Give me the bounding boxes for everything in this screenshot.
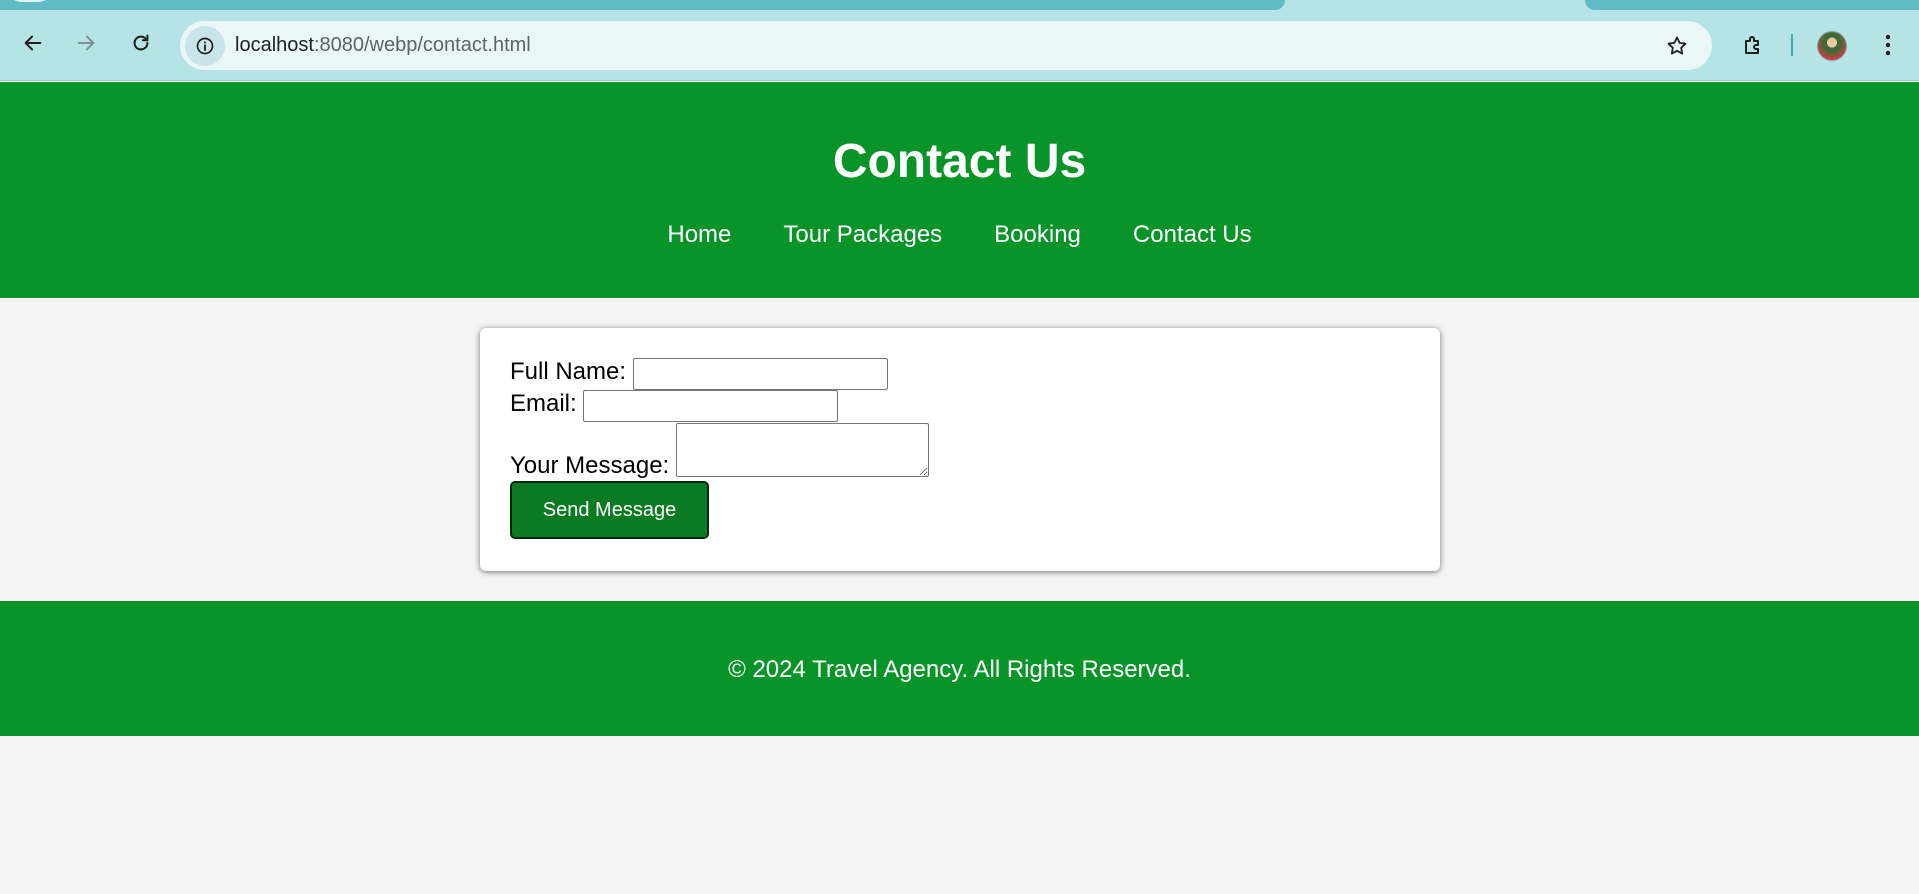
url-path: :8080/webp/contact.html xyxy=(313,34,531,56)
info-icon xyxy=(196,37,214,55)
copyright-text: © 2024 Travel Agency. All Rights Reserve… xyxy=(728,656,1191,683)
toolbar-divider xyxy=(1791,34,1793,56)
kebab-menu-icon xyxy=(1885,34,1891,56)
site-info-button[interactable] xyxy=(185,26,225,66)
url-host: localhost xyxy=(235,34,314,56)
avatar[interactable] xyxy=(1817,31,1847,61)
nav-link-home[interactable]: Home xyxy=(667,221,731,249)
tab-strip xyxy=(0,0,1919,10)
full-name-label: Full Name: xyxy=(510,358,627,385)
email-input[interactable] xyxy=(583,390,838,422)
email-label: Email: xyxy=(510,390,577,417)
send-message-button[interactable]: Send Message xyxy=(510,481,709,539)
reload-button[interactable] xyxy=(126,28,156,58)
arrow-left-icon xyxy=(24,35,42,51)
active-tab[interactable] xyxy=(0,0,1285,10)
url-text[interactable]: localhost:8080/webp/contact.html xyxy=(235,34,531,57)
browser-toolbar: localhost:8080/webp/contact.html xyxy=(0,10,1919,81)
arrow-right-icon xyxy=(77,35,95,51)
inactive-tab[interactable] xyxy=(1585,0,1919,10)
page-viewport: Contact Us Home Tour Packages Booking Co… xyxy=(0,82,1919,894)
site-footer: © 2024 Travel Agency. All Rights Reserve… xyxy=(0,601,1919,736)
nav-link-contact-us[interactable]: Contact Us xyxy=(1133,221,1252,249)
bookmark-button[interactable] xyxy=(1664,33,1690,59)
back-button[interactable] xyxy=(18,28,48,58)
main-nav: Home Tour Packages Booking Contact Us xyxy=(0,221,1919,249)
site-header: Contact Us Home Tour Packages Booking Co… xyxy=(0,82,1919,298)
full-name-input[interactable] xyxy=(633,358,888,390)
nav-link-booking[interactable]: Booking xyxy=(994,221,1081,249)
forward-button[interactable] xyxy=(71,28,101,58)
address-bar[interactable]: localhost:8080/webp/contact.html xyxy=(180,21,1712,70)
contact-form: Full Name: Email: Your Message: Send Mes… xyxy=(480,328,1440,571)
message-label: Your Message: xyxy=(510,452,670,479)
browser-menu-button[interactable] xyxy=(1874,30,1902,60)
reload-icon xyxy=(133,34,149,51)
message-textarea[interactable] xyxy=(676,423,929,477)
tab-favicon-stub xyxy=(6,0,54,2)
nav-link-tour-packages[interactable]: Tour Packages xyxy=(783,221,942,249)
page-title: Contact Us xyxy=(832,135,1087,188)
puzzle-icon xyxy=(1745,36,1759,54)
extensions-button[interactable] xyxy=(1738,30,1768,60)
star-icon xyxy=(1667,36,1687,55)
